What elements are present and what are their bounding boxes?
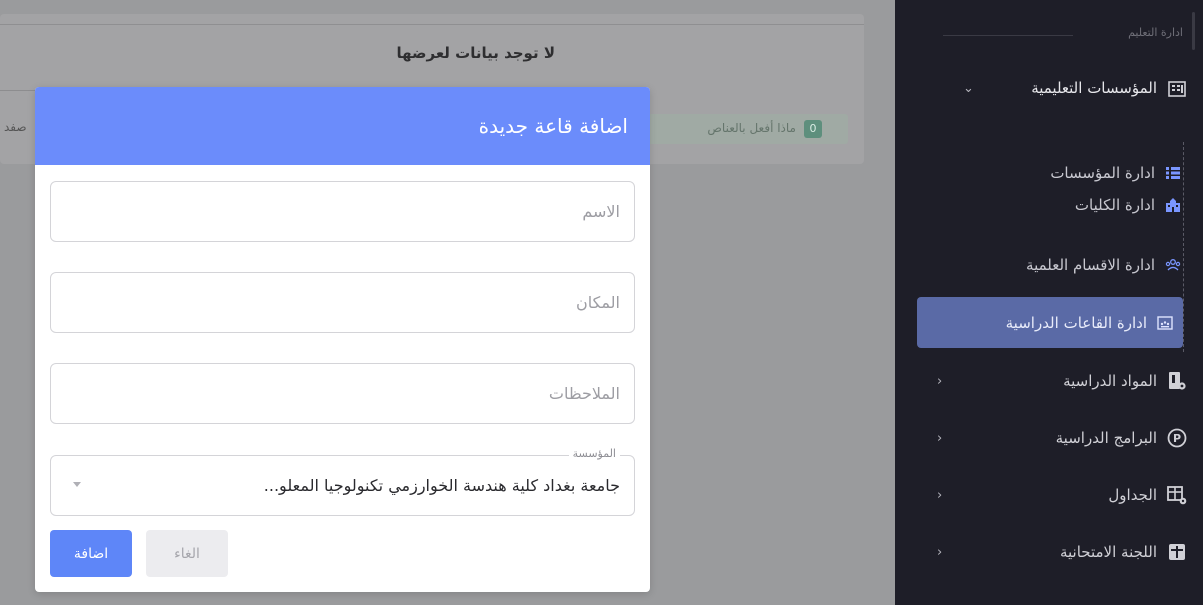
info-alert: 0 ماذا أفعل بالعناص bbox=[640, 114, 848, 144]
sidebar-item-label: المؤسسات التعليمية bbox=[1031, 79, 1157, 97]
subjects-icon bbox=[1167, 371, 1187, 391]
sidebar-item-label: ادارة القاعات الدراسية bbox=[1005, 313, 1147, 332]
location-field[interactable] bbox=[50, 272, 635, 333]
divider bbox=[943, 35, 1073, 36]
table-gear-icon bbox=[1167, 485, 1187, 505]
chevron-left-icon: ‹ bbox=[937, 373, 943, 389]
cancel-button[interactable]: الغاء bbox=[146, 530, 228, 577]
chevron-down-icon: ⌄ bbox=[963, 80, 974, 96]
sidebar-item-label: ادارة المؤسسات bbox=[1050, 164, 1155, 182]
sidebar-scrollbar[interactable] bbox=[1192, 12, 1195, 50]
sidebar-section-label: ادارة التعليم bbox=[1128, 26, 1183, 39]
divider bbox=[0, 24, 864, 25]
sidebar-item-label: المواد الدراسية bbox=[1063, 372, 1157, 390]
school-icon bbox=[1165, 197, 1181, 213]
info-text: ماذا أفعل بالعناص bbox=[707, 121, 796, 135]
chevron-left-icon: ‹ bbox=[937, 487, 943, 503]
list-icon bbox=[1165, 165, 1181, 181]
name-input[interactable] bbox=[51, 182, 634, 241]
institution-value: جامعة بغداد كلية هندسة الخوارزمي تكنولوج… bbox=[263, 476, 620, 495]
add-hall-dialog: اضافة قاعة جديدة المؤسسة جامعة بغداد كلي… bbox=[35, 87, 650, 592]
classroom-icon bbox=[1157, 315, 1173, 331]
sidebar-item-manage-departments[interactable]: ادارة الاقسام العلمية bbox=[917, 242, 1203, 288]
name-field[interactable] bbox=[50, 181, 635, 242]
sidebar-item-subjects[interactable]: المواد الدراسية ‹ bbox=[911, 358, 1203, 404]
sidebar-item-manage-halls[interactable]: ادارة القاعات الدراسية bbox=[917, 297, 1183, 348]
institution-label: المؤسسة bbox=[568, 447, 620, 460]
empty-message: لا توجد بيانات لعرضها bbox=[396, 44, 555, 62]
sidebar-item-label: ادارة الاقسام العلمية bbox=[1026, 256, 1155, 274]
sidebar-item-label: ادارة الكليات bbox=[1074, 196, 1155, 214]
notes-field[interactable] bbox=[50, 363, 635, 424]
sidebar-item-exam-committee[interactable]: اللجنة الامتحانية ‹ bbox=[911, 529, 1203, 575]
sidebar-item-label: اللجنة الامتحانية bbox=[1059, 543, 1157, 561]
sidebar-item-label: البرامج الدراسية bbox=[1055, 429, 1157, 447]
dropdown-arrow-icon[interactable] bbox=[73, 482, 81, 487]
sidebar-item-label: الجداول bbox=[1108, 486, 1157, 504]
institution-select[interactable]: المؤسسة جامعة بغداد كلية هندسة الخوارزمي… bbox=[50, 447, 635, 516]
sidebar-item-manage-colleges[interactable]: ادارة الكليات bbox=[917, 182, 1203, 228]
add-button[interactable]: اضافة bbox=[50, 530, 132, 577]
sidebar-item-institutions[interactable]: المؤسسات التعليمية ⌄ bbox=[911, 65, 1203, 111]
chevron-left-icon: ‹ bbox=[937, 544, 943, 560]
building-icon bbox=[1167, 78, 1187, 98]
svg-text:P: P bbox=[1173, 432, 1181, 445]
notes-input[interactable] bbox=[51, 364, 634, 423]
exam-committee-icon bbox=[1167, 542, 1187, 562]
divider bbox=[0, 90, 40, 91]
people-icon bbox=[1165, 257, 1181, 273]
sidebar-item-programs[interactable]: P البرامج الدراسية ‹ bbox=[911, 415, 1203, 461]
dialog-title: اضافة قاعة جديدة bbox=[478, 114, 628, 138]
location-input[interactable] bbox=[51, 273, 634, 332]
sidebar-item-schedules[interactable]: الجداول ‹ bbox=[911, 472, 1203, 518]
chevron-left-icon: ‹ bbox=[937, 430, 943, 446]
dialog-header: اضافة قاعة جديدة bbox=[35, 87, 650, 165]
count-badge: 0 bbox=[804, 120, 822, 138]
pagination-fragment: صفد bbox=[4, 120, 27, 134]
sidebar: ادارة التعليم المؤسسات التعليمية ⌄ ادارة… bbox=[895, 0, 1203, 605]
program-p-icon: P bbox=[1167, 428, 1187, 448]
